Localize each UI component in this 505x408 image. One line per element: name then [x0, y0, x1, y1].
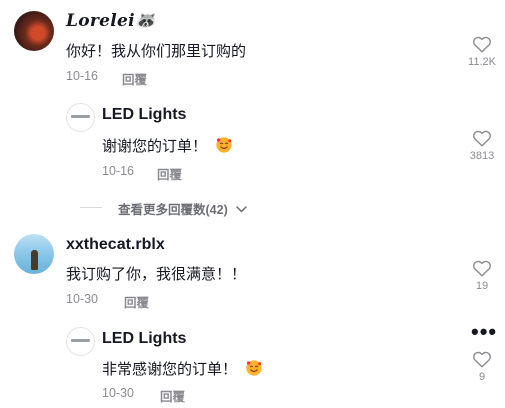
- reply-text-content: 非常感谢您的订单！: [102, 361, 238, 378]
- smiling-face-with-hearts-icon: [216, 137, 232, 153]
- view-more-replies-button[interactable]: 查看更多回覆数(42): [118, 199, 247, 218]
- reply-date: 10-30: [102, 386, 134, 400]
- commenter-avatar[interactable]: [14, 11, 54, 51]
- like-button[interactable]: 19: [462, 259, 502, 292]
- heart-outline-icon: [473, 351, 491, 368]
- heart-outline-icon: [473, 36, 491, 53]
- smiling-face-with-hearts-icon: [246, 360, 262, 376]
- view-more-label: 查看更多回覆数(42): [118, 203, 228, 217]
- divider-line: [80, 207, 102, 208]
- like-count: 3813: [469, 150, 495, 162]
- comment-text: 你好！我从你们那里订购的: [66, 43, 247, 60]
- like-button[interactable]: 3813: [462, 129, 502, 162]
- comment-username[interactable]: xxthecat.rblx: [66, 236, 165, 254]
- reply-username[interactable]: LED Lights: [102, 106, 186, 124]
- comment-text: 我订购了你，我很满意！！: [66, 266, 247, 283]
- reply-text-content: 谢谢您的订单！: [102, 138, 208, 155]
- reply-text: 谢谢您的订单！: [102, 135, 233, 156]
- like-button[interactable]: 9: [462, 350, 502, 383]
- like-button[interactable]: 11.2K: [462, 35, 502, 68]
- reply-username[interactable]: LED Lights: [102, 330, 186, 348]
- comment-date: 10-16: [66, 69, 98, 83]
- heart-outline-icon: [473, 260, 491, 277]
- chevron-down-icon: [236, 206, 247, 213]
- comment-date: 10-30: [66, 292, 98, 306]
- like-count: 19: [475, 280, 489, 292]
- commenter-avatar[interactable]: [14, 234, 54, 274]
- replier-avatar[interactable]: [66, 103, 95, 132]
- like-count: 9: [478, 371, 486, 383]
- reply-button[interactable]: 回覆: [160, 386, 185, 405]
- reply-button[interactable]: 回覆: [122, 69, 147, 88]
- reply-button[interactable]: 回覆: [124, 292, 149, 311]
- more-dots-icon[interactable]: •••: [471, 321, 497, 343]
- reply-text: 非常感谢您的订单！: [102, 358, 263, 379]
- like-count: 11.2K: [468, 56, 496, 68]
- replier-avatar[interactable]: [66, 327, 95, 356]
- reply-date: 10-16: [102, 164, 134, 178]
- comment-username[interactable]: Lorelei🦝: [66, 11, 156, 31]
- reply-button[interactable]: 回覆: [157, 164, 182, 183]
- heart-outline-icon: [473, 130, 491, 147]
